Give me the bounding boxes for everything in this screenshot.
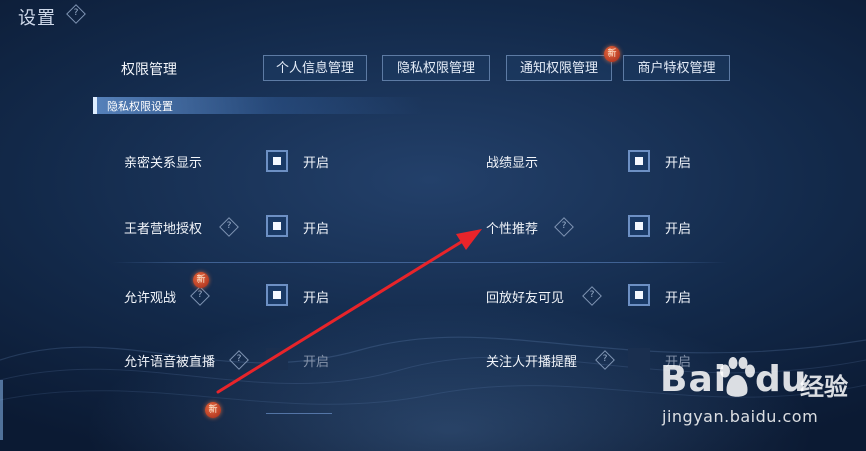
setting-state-label: 开启	[303, 222, 330, 237]
new-badge: 新	[205, 402, 221, 418]
setting-label-personalized: 个性推荐	[486, 222, 539, 237]
new-badge: 新	[193, 272, 209, 288]
follow-live-remind-checkbox[interactable]	[628, 348, 650, 370]
page-title: 设置	[18, 8, 56, 29]
camp-auth-checkbox[interactable]	[266, 215, 288, 237]
watermark-brand-cn: 经验	[800, 373, 848, 401]
setting-label-voice-live: 允许语音被直播	[124, 355, 216, 370]
setting-state-label: 开启	[303, 355, 330, 370]
personalized-recommend-checkbox[interactable]	[628, 215, 650, 237]
question-diamond-icon[interactable]: ?	[229, 350, 249, 370]
setting-state-label: 开启	[665, 222, 692, 237]
question-diamond-icon[interactable]: ?	[190, 286, 210, 306]
section-title: 隐私权限设置	[107, 100, 173, 113]
question-diamond-icon[interactable]: ?	[66, 4, 86, 24]
divider	[266, 413, 332, 414]
setting-label-replay-friends: 回放好友可见	[486, 291, 565, 306]
setting-state-label: 开启	[303, 156, 330, 171]
question-diamond-icon[interactable]: ?	[219, 217, 239, 237]
setting-label-intimacy: 亲密关系显示	[124, 156, 203, 171]
question-diamond-icon[interactable]: ?	[582, 286, 602, 306]
watermark-url: jingyan.baidu.com	[662, 407, 819, 426]
setting-label-follow-live-remind: 关注人开播提醒	[486, 355, 578, 370]
setting-state-label: 开启	[665, 156, 692, 171]
watermark-brand-right: du	[755, 359, 807, 400]
tab-personal-info[interactable]: 个人信息管理	[263, 55, 367, 81]
new-badge: 新	[604, 46, 620, 62]
intimacy-display-checkbox[interactable]	[266, 150, 288, 172]
setting-label-camp-auth: 王者营地授权	[124, 222, 203, 237]
setting-label-record: 战绩显示	[486, 156, 539, 171]
allow-spectate-checkbox[interactable]	[266, 284, 288, 306]
setting-label-spectate: 允许观战	[124, 291, 177, 306]
question-diamond-icon[interactable]: ?	[595, 350, 615, 370]
voice-live-checkbox[interactable]	[266, 348, 288, 370]
setting-state-label: 开启	[665, 291, 692, 306]
paw-icon	[720, 357, 755, 397]
question-diamond-icon[interactable]: ?	[554, 217, 574, 237]
section-header: 隐私权限设置	[93, 97, 423, 114]
setting-state-label: 开启	[303, 291, 330, 306]
tab-notification-permission[interactable]: 通知权限管理	[506, 55, 612, 81]
replay-friends-visible-checkbox[interactable]	[628, 284, 650, 306]
divider	[112, 262, 727, 263]
scroll-edge	[0, 380, 3, 440]
baidu-jingyan-watermark: Bai du 经验 jingyan.baidu.com	[660, 357, 865, 451]
tab-merchant-privilege[interactable]: 商户特权管理	[623, 55, 730, 81]
permission-management-label: 权限管理	[121, 62, 177, 78]
record-display-checkbox[interactable]	[628, 150, 650, 172]
tab-privacy-permission[interactable]: 隐私权限管理	[382, 55, 490, 81]
